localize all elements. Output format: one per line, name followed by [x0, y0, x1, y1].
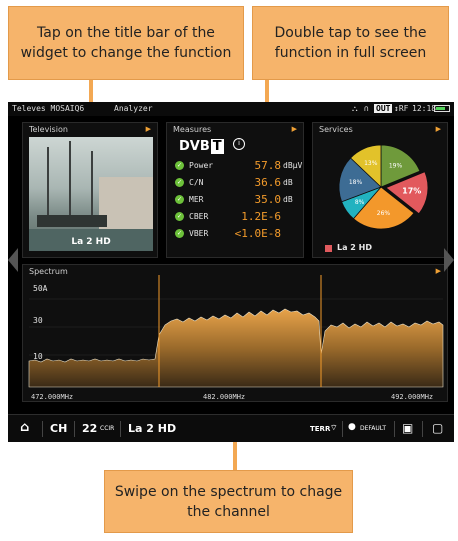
- network-icon: ⛬: [352, 104, 358, 113]
- divider: [42, 421, 43, 437]
- widget-menu-arrow-icon[interactable]: ▶: [436, 125, 441, 133]
- right-drawer-handle[interactable]: [444, 248, 454, 272]
- left-drawer-handle[interactable]: [8, 248, 18, 272]
- widget-menu-arrow-icon[interactable]: ▶: [292, 125, 297, 133]
- spectrum-plot[interactable]: 50A 30 10 472.000MHz 482.000MHz 492.000M…: [23, 275, 449, 403]
- channel-name[interactable]: La 2 HD: [128, 422, 176, 435]
- pie-slice-label: 26%: [377, 210, 391, 217]
- measure-row: ✓ Power 57.8 dBμV: [175, 159, 303, 173]
- pie-slice-label: 18%: [349, 179, 363, 186]
- battery-icon: [434, 105, 450, 112]
- headphones-icon: ∩: [364, 104, 369, 113]
- user-icon[interactable]: ●: [348, 422, 356, 432]
- widget-menu-arrow-icon[interactable]: ▶: [436, 267, 441, 275]
- check-icon: ✓: [175, 229, 184, 238]
- terr-indicator[interactable]: TERR: [310, 425, 330, 433]
- profile-label[interactable]: DEFAULT: [360, 425, 386, 432]
- measure-name: VBER: [189, 229, 209, 238]
- callout-fullscreen-tip: Double tap to see the function in full s…: [252, 6, 449, 80]
- measure-unit: dB: [283, 178, 293, 187]
- building: [99, 177, 153, 231]
- services-widget[interactable]: Services ▶ 19% 17% 26% 8% 18% 13% La 2 HD: [312, 122, 448, 258]
- y-tick: 50A: [33, 284, 48, 293]
- freq-mid-label: 482.000MHz: [203, 393, 245, 401]
- divider: [394, 421, 395, 437]
- callout-title-bar-tip: Tap on the title bar of the widget to ch…: [8, 6, 244, 80]
- ch-button[interactable]: CH: [50, 422, 67, 435]
- app-name: Analyzer: [114, 104, 153, 113]
- measure-name: Power: [189, 161, 214, 170]
- measure-name: C/N: [189, 178, 204, 187]
- antenna-icon: ⌔: [330, 423, 338, 432]
- measure-row: ✓ C/N 36.6 dB: [175, 176, 303, 190]
- measure-row: ✓ VBER <1.0E-8: [175, 227, 303, 241]
- spectrum-widget[interactable]: Spectrum ▶ 50A 30 10 472.000MHz 482.000M…: [22, 264, 448, 402]
- check-icon: ✓: [175, 195, 184, 204]
- divider: [120, 421, 121, 437]
- widget-title[interactable]: Measures: [173, 125, 211, 134]
- save-icon[interactable]: ▣: [402, 421, 413, 435]
- info-icon[interactable]: i: [233, 138, 245, 150]
- tv-channel-label: La 2 HD: [71, 237, 111, 247]
- widget-menu-arrow-icon[interactable]: ▶: [146, 125, 151, 133]
- measure-unit: dBμV: [283, 161, 303, 170]
- brand-label: Televes MOSAIQ6: [12, 104, 85, 113]
- mast: [91, 151, 93, 221]
- y-tick: 10: [33, 352, 43, 361]
- callout-text: Swipe on the spectrum to chage the chann…: [114, 483, 343, 520]
- bottom-toolbar: ⌂ CH 22 CCIR La 2 HD TERR ⌔ ● DEFAULT ▣ …: [8, 414, 454, 442]
- y-tick: 30: [33, 316, 43, 325]
- channel-number[interactable]: 22: [82, 422, 97, 435]
- measure-value: 57.8: [254, 159, 282, 172]
- measure-value: 36.6: [254, 176, 282, 189]
- divider: [342, 421, 343, 437]
- measure-name: MER: [189, 195, 204, 204]
- pie-slice-label: 19%: [389, 162, 403, 169]
- legend-swatch: [325, 245, 332, 252]
- out-badge: OUT: [374, 104, 393, 113]
- check-icon: ✓: [175, 178, 184, 187]
- check-icon: ✓: [175, 161, 184, 170]
- legend-label: La 2 HD: [337, 243, 372, 252]
- save-as-icon[interactable]: ▢: [432, 421, 443, 435]
- widget-title[interactable]: Services: [319, 125, 353, 134]
- measure-value: 1.2E-6: [241, 210, 281, 223]
- measure-unit: dB: [283, 195, 293, 204]
- check-icon: ✓: [175, 212, 184, 221]
- status-bar: Televes MOSAIQ6 Analyzer ⛬ ∩ OUT ↕RF 12:…: [8, 102, 454, 116]
- pie-slice-label: 8%: [355, 199, 365, 206]
- analyzer-screen: Televes MOSAIQ6 Analyzer ⛬ ∩ OUT ↕RF 12:…: [8, 102, 454, 442]
- divider: [74, 421, 75, 437]
- tv-preview[interactable]: La 2 HD: [29, 137, 153, 251]
- ship-hull: [37, 215, 107, 227]
- pie-slice-label: 17%: [402, 186, 421, 195]
- divider: [422, 421, 423, 437]
- widget-title[interactable]: Television: [29, 125, 68, 134]
- clock: 12:18: [412, 104, 437, 113]
- measure-value: 35.0: [254, 193, 282, 206]
- channel-plan: CCIR: [100, 425, 115, 432]
- rf-indicator: ↕RF: [394, 104, 409, 113]
- callout-swipe-tip: Swipe on the spectrum to chage the chann…: [104, 470, 353, 533]
- measure-row: ✓ CBER 1.2E-6: [175, 210, 303, 224]
- measure-row: ✓ MER 35.0 dB: [175, 193, 303, 207]
- callout-text: Double tap to see the function in full s…: [274, 25, 427, 61]
- measure-value: <1.0E-8: [234, 227, 281, 240]
- freq-left-label: 472.000MHz: [31, 393, 73, 401]
- services-pie-chart[interactable]: 19% 17% 26% 8% 18% 13%: [329, 139, 433, 235]
- freq-right-label: 492.000MHz: [391, 393, 433, 401]
- dvb-t-logo: DVB T: [179, 139, 224, 154]
- measures-widget[interactable]: Measures ▶ DVB T i ✓ Power 57.8 dBμV ✓ C/N 36.6…: [166, 122, 304, 258]
- spectrum-trace: [28, 308, 444, 388]
- callout-text: Tap on the title bar of the widget to ch…: [20, 25, 232, 61]
- pie-slice-label: 13%: [364, 160, 378, 167]
- home-icon[interactable]: ⌂: [20, 420, 29, 435]
- measure-name: CBER: [189, 212, 209, 221]
- television-widget[interactable]: Television ▶ La 2 HD: [22, 122, 158, 258]
